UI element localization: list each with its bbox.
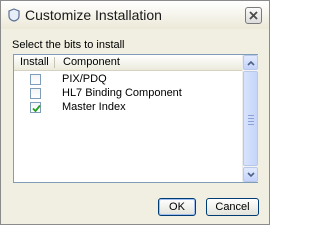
column-header-install[interactable]: Install [20, 56, 49, 68]
table-row[interactable]: HL7 Binding Component [14, 87, 242, 101]
scroll-thumb[interactable] [243, 71, 258, 166]
install-checkbox-hl7[interactable] [30, 88, 41, 99]
vertical-scrollbar[interactable] [242, 55, 258, 182]
title-bar[interactable]: Customize Installation [1, 1, 269, 29]
install-checkbox-pix-pdq[interactable] [30, 74, 41, 85]
column-separator[interactable] [54, 57, 55, 68]
table-row[interactable]: PIX/PDQ [14, 73, 242, 87]
close-icon [249, 11, 258, 20]
app-shield-icon [7, 8, 21, 22]
install-checkbox-master-index[interactable] [30, 102, 41, 113]
component-name: HL7 Binding Component [62, 87, 182, 99]
cancel-button[interactable]: Cancel [206, 198, 259, 216]
instruction-label: Select the bits to install [12, 39, 125, 51]
scroll-up-button[interactable] [243, 55, 258, 70]
components-table: Install Component PIX/PDQ HL7 Binding Co… [13, 54, 258, 183]
customize-installation-dialog: Customize Installation Select the bits t… [0, 0, 270, 225]
checkmark-icon [32, 104, 41, 113]
component-name: Master Index [62, 101, 126, 113]
component-name: PIX/PDQ [62, 73, 107, 85]
chevron-up-icon [247, 60, 255, 66]
chevron-down-icon [247, 172, 255, 178]
table-row[interactable]: Master Index [14, 101, 242, 115]
scroll-down-button[interactable] [243, 167, 258, 182]
ok-button[interactable]: OK [158, 198, 196, 216]
table-header: Install Component [14, 55, 242, 71]
close-button[interactable] [245, 7, 262, 24]
window-title: Customize Installation [25, 7, 162, 23]
column-header-component[interactable]: Component [63, 56, 120, 68]
